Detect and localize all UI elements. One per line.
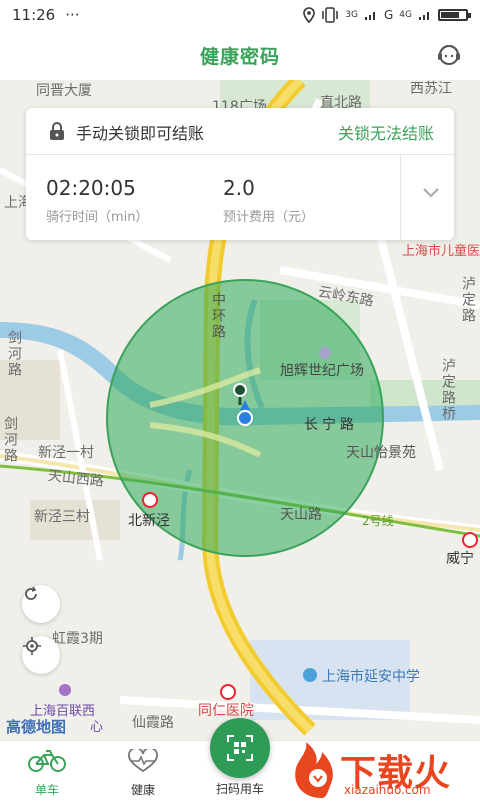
tab-health-label: 健康: [130, 783, 155, 797]
amap-logo: 高德地图: [6, 718, 67, 736]
refresh-button[interactable]: [22, 585, 60, 623]
vibrate-icon: [322, 7, 339, 23]
network-3g: 3G: [345, 10, 358, 20]
top-bar: 健康密码: [0, 30, 480, 80]
map-label-xisujiang: 西苏江: [410, 81, 452, 97]
battery-icon: [438, 9, 471, 21]
ride-time-value: 02:20:05: [46, 176, 136, 200]
location-icon: [303, 7, 316, 23]
lock-issue-link[interactable]: 关锁无法结账: [338, 120, 434, 144]
card-divider: [400, 155, 401, 240]
map-label-xinjing-village3: 新泾三村: [34, 509, 90, 525]
watermark-url: xiazaihuo.com: [344, 783, 431, 797]
tab-bike[interactable]: 单车: [12, 741, 82, 801]
map-label-xiantao: 仙霞路: [132, 715, 174, 731]
map-label-tianshan: 天山路: [280, 507, 322, 523]
map-label-beixinjing: 北新泾: [128, 513, 170, 529]
ride-time-label: 骑行时间（min）: [46, 210, 149, 225]
map-label-zhonghuan: 中环路: [210, 292, 226, 340]
signal-icon: [364, 12, 375, 20]
map-label-jianhe-2: 剑河路: [2, 416, 18, 464]
map-label-tongren: 同仁医院: [198, 703, 254, 719]
status-time: 11:26: [12, 6, 56, 24]
cost-label: 预计费用（元）: [223, 210, 315, 225]
map-label-luding: 泸定路: [460, 276, 476, 324]
lock-icon: [50, 122, 64, 140]
tab-health[interactable]: 健康: [108, 741, 178, 801]
ride-info-card: 手动关锁即可结账 关锁无法结账 02:20:05 骑行时间（min） 2.0 预…: [26, 108, 454, 240]
chevron-down-icon[interactable]: [416, 178, 446, 208]
refresh-icon: [25, 586, 37, 600]
scan-label: 扫码用车: [215, 782, 264, 796]
tab-bike-label: 单车: [34, 783, 59, 797]
map-label-yanan-school: 上海市延安中学: [322, 669, 420, 685]
cost-value: 2.0: [223, 176, 255, 200]
page-title: 健康密码: [199, 45, 280, 68]
map-label-tianshan-yijing: 天山怡景苑: [346, 445, 416, 461]
map-label-hongzhen: 虹霞3期: [52, 631, 103, 647]
qr-scan-icon: [227, 735, 253, 761]
status-dots: ···: [65, 6, 80, 24]
map-label-luding-bridge: 泸定路桥: [440, 358, 456, 422]
map-label-line2: 2号线: [362, 514, 394, 528]
heart-pulse-icon: [128, 747, 158, 773]
map-label-changning: 长宁路: [304, 417, 358, 433]
lock-hint: 手动关锁即可结账: [76, 124, 205, 143]
locate-button[interactable]: [22, 636, 60, 674]
map-label-weining: 威宁: [446, 551, 474, 567]
network-g: G: [383, 8, 394, 22]
ride-time-stat: 02:20:05 骑行时间（min）: [46, 176, 149, 225]
lock-row: 手动关锁即可结账 关锁无法结账: [26, 108, 454, 155]
map-label-tongxiang: 同晋大厦: [36, 83, 92, 99]
signal-icon-2: [419, 12, 429, 20]
locate-icon: [23, 637, 41, 655]
cost-stat: 2.0 预计费用（元）: [223, 176, 314, 225]
map-label-xinjing-village1: 新泾一村: [38, 445, 94, 461]
customer-service-icon[interactable]: [436, 42, 462, 68]
map-label-xuhui-plaza: 旭辉世纪广场: [280, 363, 364, 379]
map-label-children-hospital: 上海市儿童医: [402, 244, 480, 259]
network-4g: 4G: [399, 10, 412, 20]
status-bar: 11:26 ··· 3G G 4G: [0, 0, 480, 30]
map-label-bailian2: 心: [90, 720, 104, 735]
map-label-jianhe: 剑河路: [6, 330, 22, 378]
bike-icon: [28, 750, 66, 772]
scan-button[interactable]: [210, 718, 270, 778]
